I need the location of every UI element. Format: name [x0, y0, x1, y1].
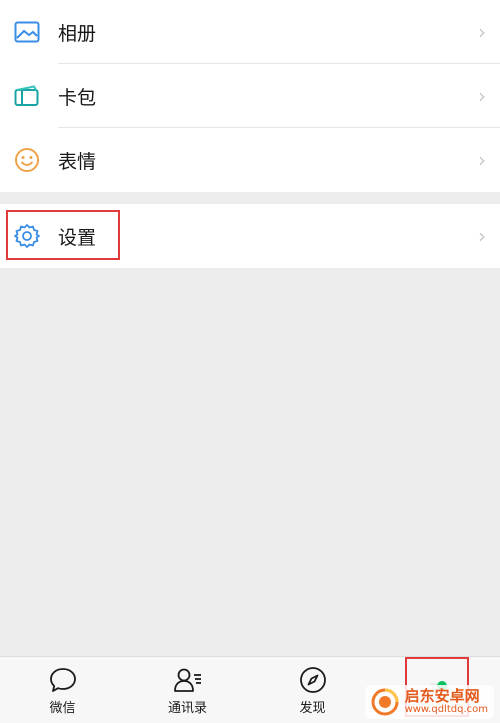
card-wallet-icon: [14, 83, 40, 109]
chevron-right-icon: ›: [478, 20, 486, 44]
menu-item-album[interactable]: 相册 ›: [0, 0, 500, 64]
chevron-right-icon: ›: [478, 148, 486, 172]
watermark-logo-icon: [371, 688, 399, 716]
tab-label: 微信: [49, 700, 76, 716]
site-watermark: 启东安卓网 www.qdltdq.com: [364, 685, 494, 719]
chat-bubble-icon: [48, 665, 78, 695]
gear-icon: [14, 223, 40, 249]
album-icon: [14, 19, 40, 45]
menu-group-top: 相册 › 卡包 › 表情 ›: [0, 0, 500, 192]
section-gap: [0, 192, 500, 204]
tab-discover[interactable]: 发现: [250, 657, 375, 723]
tab-label: 通讯录: [167, 700, 207, 716]
tab-chats[interactable]: 微信: [0, 657, 125, 723]
tab-contacts[interactable]: 通讯录: [125, 657, 250, 723]
menu-group-settings: 设置 ›: [0, 204, 500, 268]
watermark-url: www.qdltdq.com: [404, 703, 488, 715]
tab-label: 发现: [299, 700, 326, 716]
watermark-title: 启东安卓网: [404, 686, 480, 705]
menu-item-label: 表情: [58, 150, 97, 173]
contacts-icon: [173, 665, 203, 695]
menu-item-label: 相册: [58, 22, 97, 45]
chevron-right-icon: ›: [478, 84, 486, 108]
menu-item-settings[interactable]: 设置 ›: [0, 204, 500, 268]
menu-item-label: 卡包: [58, 86, 97, 109]
chevron-right-icon: ›: [478, 224, 486, 248]
menu-item-stickers[interactable]: 表情 ›: [0, 128, 500, 192]
compass-icon: [298, 665, 328, 695]
menu-item-label: 设置: [58, 226, 97, 249]
sticker-smile-icon: [14, 147, 40, 173]
menu-item-card-wallet[interactable]: 卡包 ›: [0, 64, 500, 128]
